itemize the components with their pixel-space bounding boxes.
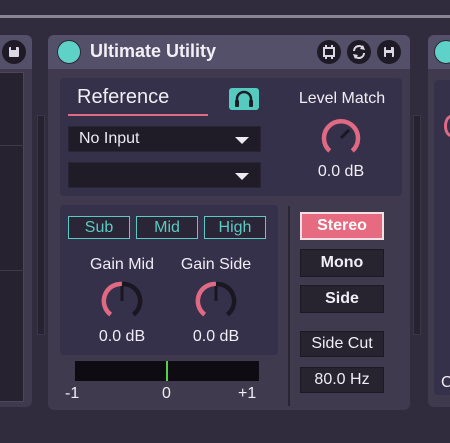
reference-label[interactable]: Reference <box>77 86 169 109</box>
chevron-down-icon <box>235 173 249 180</box>
headphones-icon[interactable] <box>229 88 259 110</box>
output-level-meter <box>413 115 421 335</box>
level-match-value: 0.0 dB <box>317 163 365 180</box>
meter-center-label: 0 <box>162 385 171 402</box>
device-power-icon[interactable] <box>57 40 81 64</box>
left-device-display <box>0 72 24 402</box>
reference-channel-dropdown[interactable] <box>68 162 261 188</box>
gain-mid-value: 0.0 dB <box>98 328 146 345</box>
gain-side-knob[interactable] <box>187 275 245 327</box>
reference-input-dropdown[interactable]: No Input <box>68 126 261 152</box>
gain-side-label: Gain Side <box>180 256 252 273</box>
level-match-knob[interactable] <box>313 110 369 162</box>
meter-min-label: -1 <box>65 385 80 402</box>
band-mid-button[interactable]: Mid <box>136 216 198 239</box>
reference-input-value: No Input <box>79 130 140 147</box>
left-device-save-icon[interactable] <box>2 40 26 64</box>
right-device-label: C <box>441 374 450 391</box>
reference-underline <box>68 114 208 116</box>
gain-mid-label: Gain Mid <box>89 256 155 273</box>
input-level-meter <box>37 115 45 335</box>
device-title: Ultimate Utility <box>90 41 217 61</box>
side-mode-button[interactable]: Side <box>300 285 384 313</box>
left-device-gridline <box>0 145 24 146</box>
save-icon[interactable] <box>377 40 401 64</box>
band-sub-button[interactable]: Sub <box>68 216 130 239</box>
gain-side-value: 0.0 dB <box>192 328 240 345</box>
side-cut-button[interactable]: Side Cut <box>300 331 384 357</box>
section-divider <box>288 206 290 406</box>
side-cut-frequency-field[interactable]: 80.0 Hz <box>300 367 384 393</box>
refresh-icon[interactable] <box>347 40 371 64</box>
mono-mode-button[interactable]: Mono <box>300 249 384 277</box>
left-device-gridline <box>0 270 24 271</box>
top-separator-line <box>0 15 450 18</box>
stereo-mode-button[interactable]: Stereo <box>300 212 384 240</box>
gain-mid-knob[interactable] <box>93 275 151 327</box>
chevron-down-icon <box>235 137 249 144</box>
level-match-label: Level Match <box>298 90 386 107</box>
meter-max-label: +1 <box>238 385 257 402</box>
hot-swap-icon[interactable] <box>317 40 341 64</box>
band-high-button[interactable]: High <box>204 216 266 239</box>
correlation-meter-indicator <box>166 361 168 381</box>
